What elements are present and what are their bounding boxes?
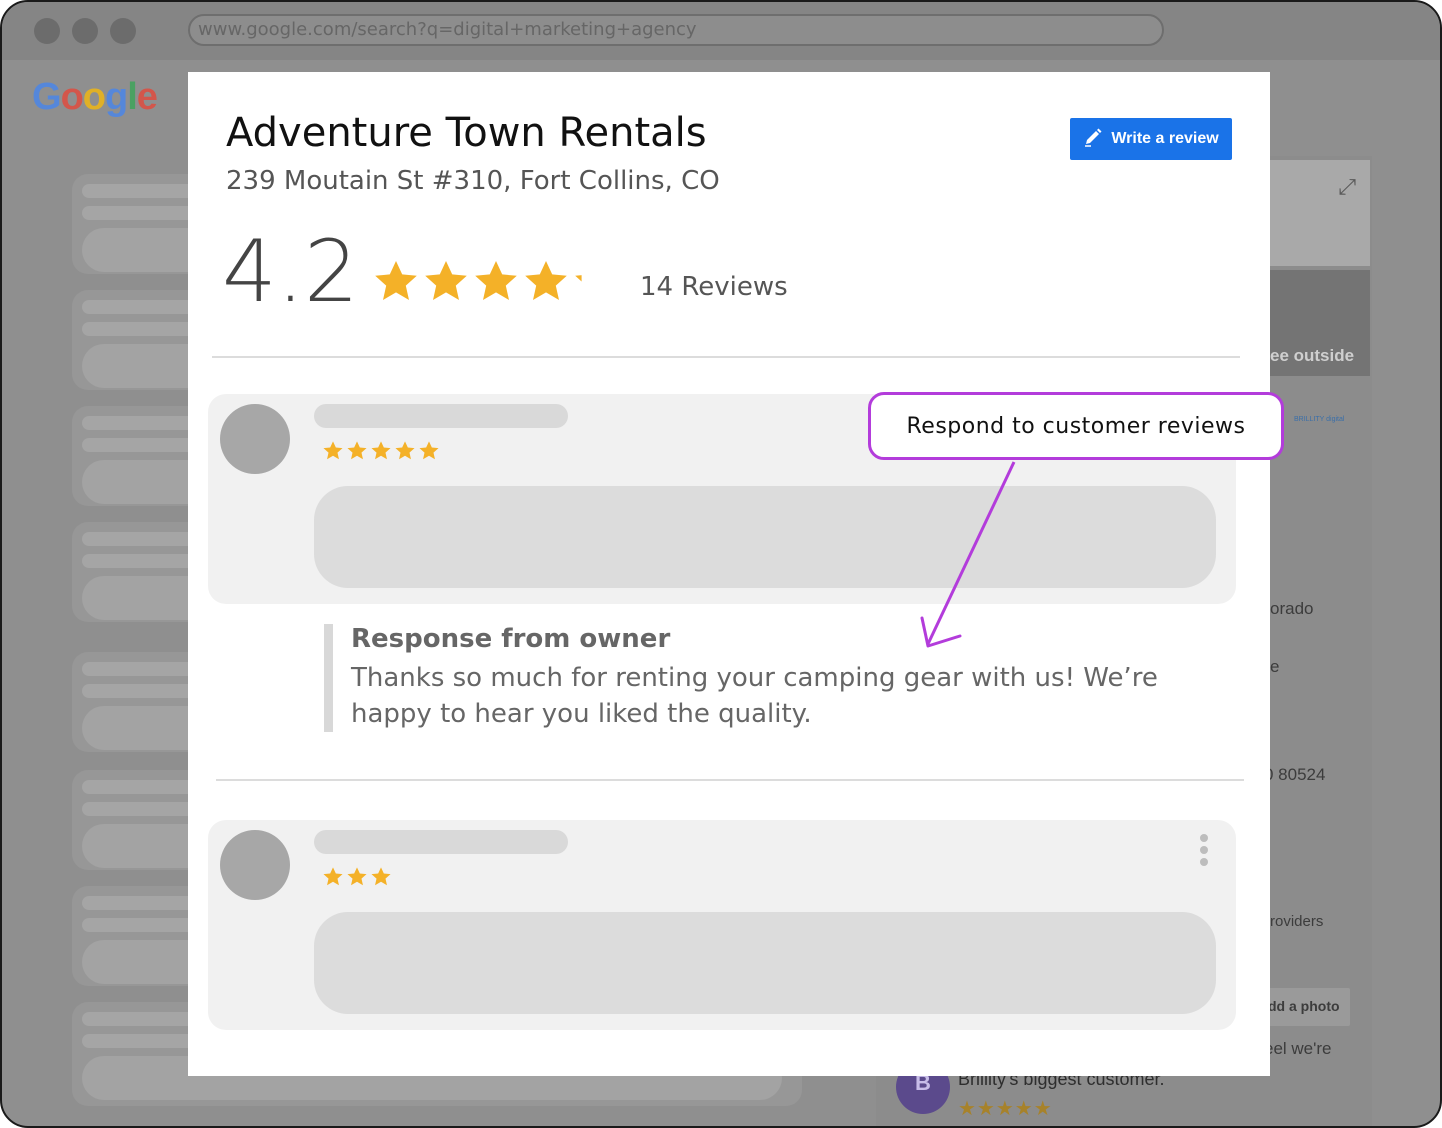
reviewer-name-placeholder (314, 830, 568, 854)
logo-letter: g (105, 76, 128, 118)
more-options-icon[interactable] (1200, 834, 1208, 866)
map-thumbnail[interactable]: ⤢ (1270, 160, 1370, 266)
star-icon (323, 867, 343, 886)
star-icon (371, 441, 391, 460)
minimize-window-button[interactable] (72, 18, 98, 44)
logo-letter: o (82, 76, 106, 118)
reviewer-avatar (220, 404, 290, 474)
address-bar[interactable]: www.google.com/search?q=digital+marketin… (188, 14, 1164, 46)
star-icon (347, 441, 367, 460)
reviewer-avatar (220, 830, 290, 900)
star-icon (425, 261, 467, 300)
star-icon (419, 441, 439, 460)
owner-response-text: Thanks so much for renting your camping … (351, 663, 1158, 729)
info-text: e (1270, 657, 1280, 676)
close-window-button[interactable] (34, 18, 60, 44)
reviews-modal: Adventure Town Rentals 239 Moutain St #3… (188, 72, 1270, 1076)
add-photo-label: dd a photo (1268, 998, 1340, 1014)
photo-label: ee outside (1270, 346, 1355, 365)
zip-text: 0 80524 (1264, 765, 1326, 784)
review-text-placeholder (314, 912, 1216, 1014)
star-icon (525, 261, 567, 300)
review-count[interactable]: 14 Reviews (640, 272, 788, 302)
maximize-window-button[interactable] (110, 18, 136, 44)
star-icon (395, 441, 415, 460)
add-photo-button[interactable]: dd a photo (1258, 988, 1350, 1026)
browser-window: www.google.com/search?q=digital+marketin… (0, 0, 1442, 1128)
browser-titlebar: www.google.com/search?q=digital+marketin… (2, 2, 1440, 60)
write-review-button[interactable]: Write a review (1070, 118, 1232, 160)
star-icon (323, 441, 343, 460)
reviewer-name-placeholder (314, 404, 568, 428)
rating-stars (372, 258, 620, 306)
pencil-icon (1083, 127, 1103, 152)
star-icon (371, 867, 391, 886)
street-view-photo[interactable]: ee outside (1270, 270, 1370, 376)
divider (216, 779, 1244, 781)
average-rating: 4.2 (222, 222, 359, 322)
review-text-placeholder (314, 486, 1216, 588)
write-review-label: Write a review (1111, 130, 1219, 147)
owner-response-label: Response from owner (351, 624, 671, 654)
providers-text: roviders (1270, 913, 1324, 930)
google-logo[interactable]: Google (32, 76, 158, 119)
star-icon (347, 867, 367, 886)
star-icon (375, 261, 417, 300)
business-address: 239 Moutain St #310, Fort Collins, CO (226, 166, 720, 196)
logo-letter: G (32, 76, 62, 118)
business-name: Adventure Town Rentals (226, 110, 707, 156)
review-card (208, 820, 1236, 1030)
star-icon (475, 261, 517, 300)
logo-letter: o (60, 76, 84, 118)
review-stars (322, 866, 392, 888)
review-snippet: eel we're (1264, 1039, 1332, 1058)
logo-letter: e (136, 76, 158, 118)
expand-icon[interactable]: ⤢ (1338, 174, 1356, 200)
location-text: orado (1270, 599, 1314, 618)
star-icon (575, 275, 582, 282)
review-stars (322, 440, 440, 462)
annotation-callout: Respond to customer reviews (868, 392, 1284, 460)
logo-letter: l (127, 76, 138, 118)
reviewer-stars: ★★★★★ (958, 1098, 1053, 1120)
divider (212, 356, 1240, 358)
brand-logo: BRILLITY digital (1294, 416, 1345, 423)
owner-response: Response from owner Thanks so much for r… (324, 624, 1171, 732)
